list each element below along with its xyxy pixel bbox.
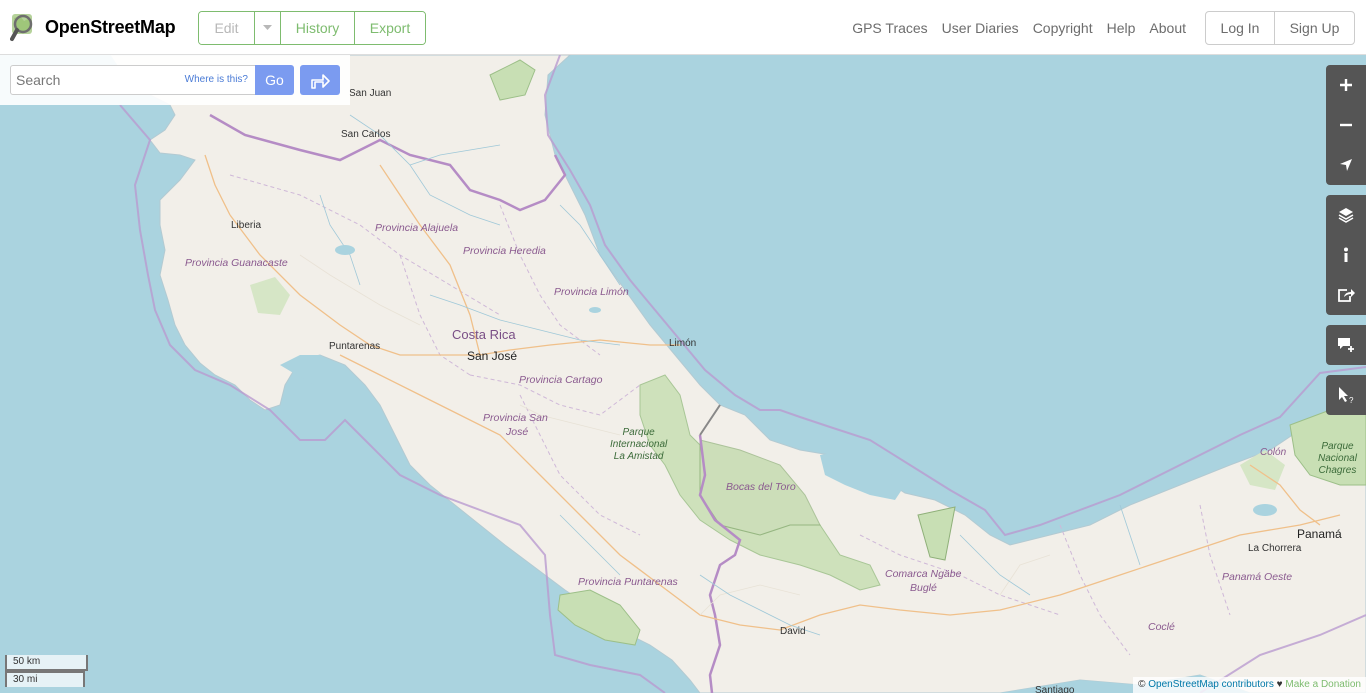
info-icon: [1344, 247, 1348, 262]
osm-logo-icon: [10, 14, 33, 41]
export-button[interactable]: Export: [355, 12, 425, 44]
city-label: Panamá: [1297, 527, 1342, 541]
nav-user-diaries[interactable]: User Diaries: [942, 20, 1019, 36]
province-label: Provincia Puntarenas: [578, 576, 678, 588]
city-label: La Chorrera: [1248, 543, 1302, 554]
map-tools: [1326, 195, 1366, 315]
province-label: Buglé: [910, 582, 937, 594]
go-button[interactable]: Go: [255, 65, 294, 95]
search-box: Where is this?: [10, 65, 256, 95]
park-label-line: Parque: [1321, 441, 1354, 452]
edit-button-group: Edit History Export: [198, 11, 426, 45]
nav-copyright[interactable]: Copyright: [1033, 20, 1093, 36]
query-icon: ?: [1339, 387, 1354, 404]
locate-button[interactable]: [1326, 145, 1366, 185]
logo[interactable]: OpenStreetMap: [10, 11, 176, 43]
info-button[interactable]: [1326, 235, 1366, 275]
nav-gps-traces[interactable]: GPS Traces: [852, 20, 927, 36]
park-label-line: Parque: [622, 427, 655, 438]
chevron-down-icon: [263, 25, 272, 30]
city-label: Santiago: [1035, 685, 1075, 693]
secondary-nav: GPS Traces User Diaries Copyright Help A…: [838, 11, 1186, 45]
province-label: Provincia Limón: [554, 286, 629, 298]
auth-buttons: Log In Sign Up: [1205, 11, 1355, 45]
province-label: José: [506, 426, 529, 438]
zoom-out-button[interactable]: [1326, 105, 1366, 145]
share-button[interactable]: [1326, 275, 1366, 315]
note-controls: [1326, 325, 1366, 365]
zoom-out-icon: [1340, 123, 1352, 127]
where-is-this-link[interactable]: Where is this?: [185, 74, 248, 85]
contributors-link[interactable]: OpenStreetMap contributors: [1148, 679, 1274, 690]
scale-mi: 30 mi: [5, 671, 85, 687]
park-label: Parque Nacional Chagres: [1318, 441, 1357, 477]
province-label: Provincia Guanacaste: [185, 257, 288, 269]
scale-km: 50 km: [5, 655, 88, 671]
layers-icon: [1338, 208, 1354, 223]
park-label-line: Internacional: [610, 439, 668, 450]
province-label: Bocas del Toro: [726, 481, 796, 493]
city-label: Puntarenas: [329, 341, 381, 352]
signup-button[interactable]: Sign Up: [1275, 12, 1354, 44]
province-label: Provincia Heredia: [463, 245, 546, 257]
province-label: Comarca Ngäbe: [885, 568, 962, 580]
svg-text:?: ?: [1349, 396, 1354, 404]
city-label: San Carlos: [341, 129, 391, 140]
locate-icon: [1340, 159, 1352, 171]
park-label-line: La Amistad: [613, 451, 664, 462]
city-label: San Juan: [349, 88, 392, 99]
brand-name: OpenStreetMap: [45, 16, 176, 37]
zoom-controls: [1326, 65, 1366, 185]
add-note-icon: [1338, 338, 1354, 352]
province-label: Panamá Oeste: [1222, 571, 1293, 583]
nav-about[interactable]: About: [1149, 20, 1186, 36]
query-controls: ?: [1326, 375, 1366, 415]
search-input[interactable]: [11, 66, 181, 94]
heart-icon: ♥: [1276, 679, 1283, 690]
layers-button[interactable]: [1326, 195, 1366, 235]
directions-button[interactable]: [300, 65, 340, 95]
add-note-button[interactable]: [1326, 325, 1366, 365]
nav-help[interactable]: Help: [1107, 20, 1136, 36]
edit-dropdown-button[interactable]: [255, 12, 281, 44]
province-label: Provincia San: [483, 412, 548, 424]
province-label: Provincia Alajuela: [375, 222, 459, 234]
directions-icon: [311, 74, 330, 89]
attribution: © OpenStreetMap contributors ♥ Make a Do…: [1133, 677, 1366, 693]
history-button[interactable]: History: [281, 12, 355, 44]
search-panel: Where is this? Go: [0, 55, 350, 105]
park-label-line: Chagres: [1318, 465, 1357, 476]
map-canvas[interactable]: San Juan San Carlos Liberia Puntarenas L…: [0, 55, 1366, 693]
login-button[interactable]: Log In: [1206, 12, 1275, 44]
capital-label: San José: [467, 349, 518, 363]
park-label-line: Nacional: [1318, 453, 1357, 464]
scale-control: 50 km 30 mi: [5, 655, 88, 687]
city-label: Colón: [1260, 447, 1287, 458]
zoom-in-icon: [1340, 79, 1352, 91]
share-icon: [1338, 289, 1355, 302]
copyright-symbol: ©: [1138, 679, 1146, 690]
edit-button[interactable]: Edit: [199, 12, 255, 44]
country-label: Costa Rica: [452, 327, 516, 342]
query-features-button[interactable]: ?: [1326, 375, 1366, 415]
city-label: Liberia: [231, 220, 262, 231]
park-label: Parque Internacional La Amistad: [610, 427, 667, 463]
zoom-in-button[interactable]: [1326, 65, 1366, 105]
donate-link[interactable]: Make a Donation: [1285, 679, 1361, 690]
province-label: Coclé: [1148, 621, 1175, 633]
city-label: Limón: [669, 338, 697, 349]
basemap-tiles: [0, 55, 1366, 693]
province-label: Provincia Cartago: [519, 374, 603, 386]
city-label: David: [780, 626, 806, 637]
header: OpenStreetMap Edit History Export GPS Tr…: [0, 0, 1366, 55]
